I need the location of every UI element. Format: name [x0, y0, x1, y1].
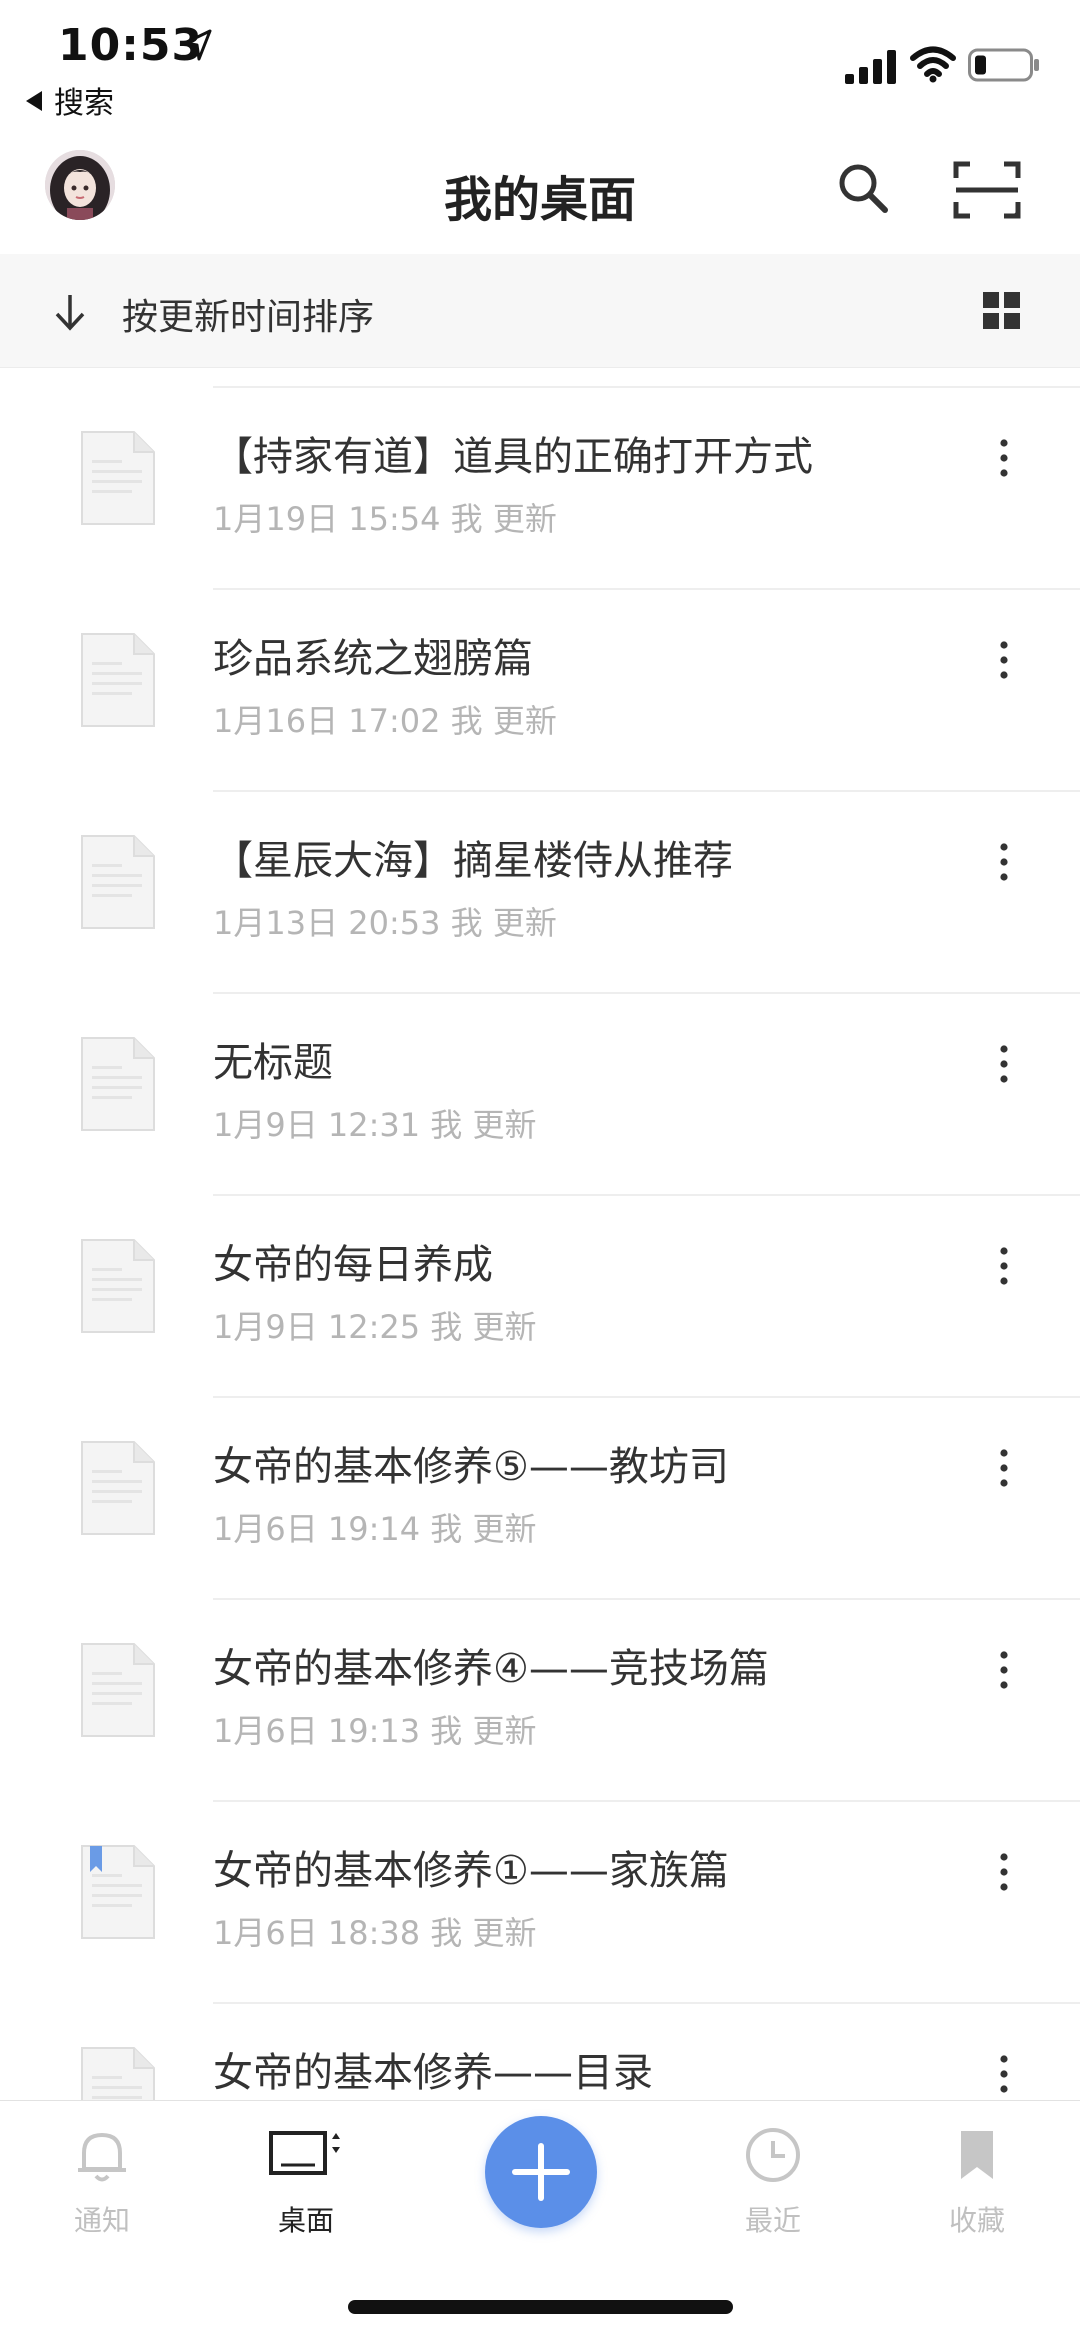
back-to-app-link[interactable]: 搜索 — [26, 78, 114, 122]
more-options-icon[interactable] — [990, 838, 1018, 888]
more-options-icon[interactable] — [990, 1444, 1018, 1494]
document-list-item[interactable]: 女帝的每日养成 1月9日 12:25 我 更新 — [0, 1196, 1080, 1398]
document-file-icon — [81, 431, 155, 525]
more-options-icon[interactable] — [990, 434, 1018, 484]
tab-label-desktop: 桌面 — [277, 2204, 334, 2237]
wifi-icon — [910, 46, 956, 83]
add-button[interactable] — [485, 2116, 597, 2228]
sort-arrow-down-icon — [55, 295, 85, 331]
more-options-icon[interactable] — [990, 636, 1018, 686]
more-options-icon[interactable] — [990, 1848, 1018, 1898]
status-bar: 10:53 搜索 — [0, 0, 1080, 130]
document-updated-meta: 1月6日 19:13 我 更新 — [213, 1712, 537, 1750]
document-list-item[interactable]: 女帝的基本修养④——竞技场篇 1月6日 19:13 我 更新 — [0, 1600, 1080, 1802]
search-icon[interactable] — [835, 160, 891, 216]
document-file-icon — [81, 1845, 155, 1939]
location-arrow-icon — [183, 29, 212, 61]
document-title: 珍品系统之翅膀篇 — [213, 636, 533, 682]
tab-label-recent: 最近 — [744, 2204, 801, 2237]
document-file-icon — [81, 633, 155, 727]
tab-desktop[interactable]: 桌面 — [226, 2115, 386, 2245]
document-list: 【持家有道】道具的正确打开方式 1月19日 15:54 我 更新珍品系统之翅膀篇 1… — [0, 368, 1080, 2100]
cellular-signal-icon — [845, 50, 896, 84]
document-title: 女帝的基本修养——目录 — [213, 2050, 653, 2096]
document-title: 女帝的基本修养⑤——教坊司 — [213, 1444, 729, 1490]
back-triangle-icon — [26, 91, 42, 111]
back-app-label: 搜索 — [54, 86, 114, 121]
document-file-icon — [81, 1037, 155, 1131]
scan-icon[interactable] — [952, 160, 1022, 220]
document-updated-meta: 1月19日 15:54 我 更新 — [213, 500, 557, 538]
document-list-item[interactable]: 【持家有道】道具的正确打开方式 1月19日 15:54 我 更新 — [0, 388, 1080, 590]
document-file-icon — [81, 835, 155, 929]
app-header: 我的桌面 — [0, 130, 1080, 255]
home-indicator — [348, 2300, 733, 2314]
document-list-item[interactable]: 女帝的基本修养①——家族篇 1月6日 18:38 我 更新 — [0, 1802, 1080, 2004]
clock-icon — [746, 2128, 800, 2182]
tab-label-notifications: 通知 — [73, 2204, 130, 2237]
desktop-icon — [269, 2131, 340, 2175]
document-updated-meta: 1月6日 19:14 我 更新 — [213, 1510, 537, 1548]
document-file-icon — [81, 1643, 155, 1737]
document-updated-meta: 1月9日 12:25 我 更新 — [213, 1308, 537, 1346]
more-options-icon[interactable] — [990, 2050, 1018, 2100]
sort-bar[interactable]: 按更新时间排序 — [0, 254, 1080, 368]
tab-recent[interactable]: 最近 — [693, 2115, 853, 2245]
document-title: 无标题 — [213, 1040, 333, 1086]
battery-icon — [968, 48, 1039, 82]
document-file-icon — [81, 2047, 155, 2100]
document-updated-meta: 1月6日 18:38 我 更新 — [213, 1914, 537, 1952]
tab-notifications[interactable]: 通知 — [22, 2115, 182, 2245]
plus-icon — [512, 2143, 570, 2201]
document-file-icon — [81, 1441, 155, 1535]
screen: 10:53 搜索 我的桌面 按更新时间排序 【持家有道】道具的正确打开方式 1月… — [0, 0, 1080, 2339]
grid-view-icon[interactable] — [983, 292, 1021, 330]
document-list-item[interactable]: 【星辰大海】摘星楼侍从推荐 1月13日 20:53 我 更新 — [0, 792, 1080, 994]
document-updated-meta: 1月16日 17:02 我 更新 — [213, 702, 557, 740]
document-title: 女帝的每日养成 — [213, 1242, 493, 1288]
document-list-item[interactable]: 女帝的基本修养⑤——教坊司 1月6日 19:14 我 更新 — [0, 1398, 1080, 1600]
bookmark-icon — [961, 2131, 993, 2179]
tab-label-favorites: 收藏 — [948, 2204, 1005, 2237]
document-updated-meta: 1月13日 20:53 我 更新 — [213, 904, 557, 942]
document-list-item[interactable]: 女帝的基本修养——目录 — [0, 2004, 1080, 2100]
page-title: 我的桌面 — [443, 172, 636, 228]
document-title: 【持家有道】道具的正确打开方式 — [213, 434, 813, 480]
bell-icon — [78, 2132, 126, 2182]
document-updated-meta: 1月9日 12:31 我 更新 — [213, 1106, 537, 1144]
document-title: 女帝的基本修养④——竞技场篇 — [213, 1646, 769, 1692]
more-options-icon[interactable] — [990, 1646, 1018, 1696]
document-title: 女帝的基本修养①——家族篇 — [213, 1848, 729, 1894]
document-list-item[interactable]: 无标题 1月9日 12:31 我 更新 — [0, 994, 1080, 1196]
tab-favorites[interactable]: 收藏 — [897, 2115, 1057, 2245]
document-list-item[interactable]: 珍品系统之翅膀篇 1月16日 17:02 我 更新 — [0, 590, 1080, 792]
document-title: 【星辰大海】摘星楼侍从推荐 — [213, 838, 733, 884]
more-options-icon[interactable] — [990, 1242, 1018, 1292]
more-options-icon[interactable] — [990, 1040, 1018, 1090]
document-file-icon — [81, 1239, 155, 1333]
sort-label: 按更新时间排序 — [122, 297, 375, 338]
